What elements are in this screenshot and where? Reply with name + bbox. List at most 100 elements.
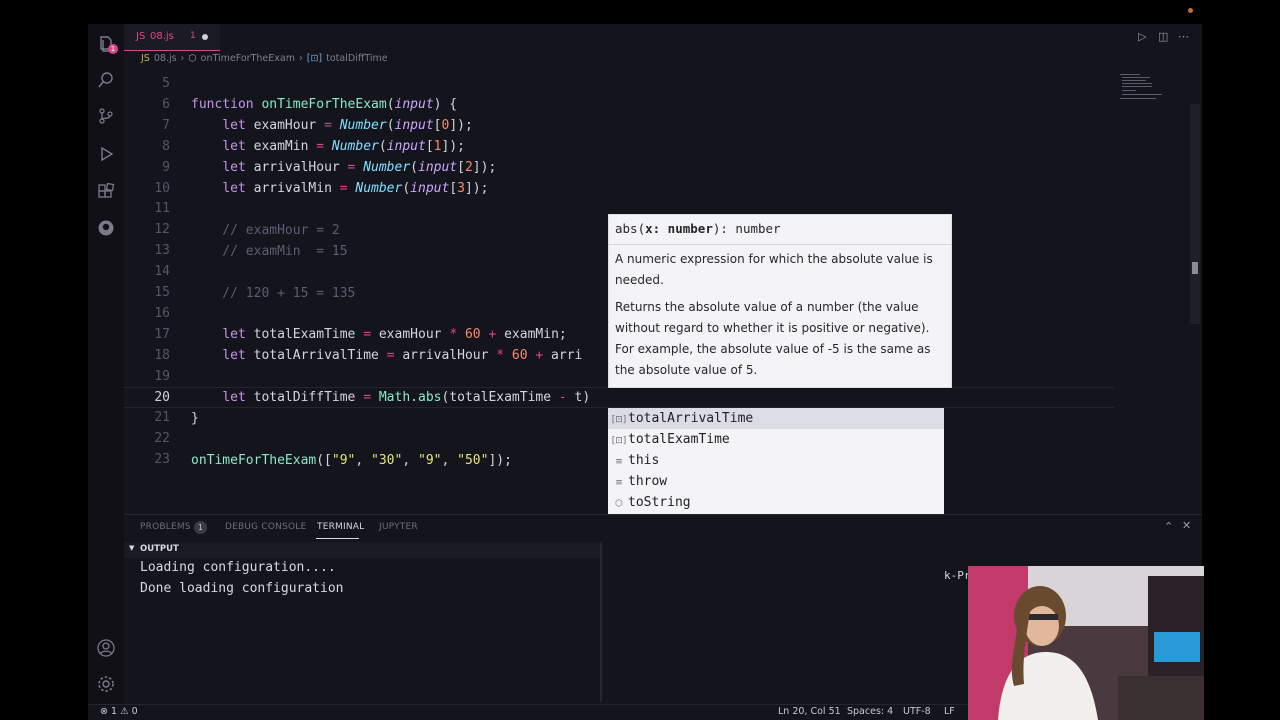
search-icon[interactable] (96, 70, 116, 90)
terminal-line-1: Loading configuration.... (140, 560, 336, 575)
keyword-icon: ≡ (615, 456, 623, 467)
code-line-12[interactable]: // examHour = 2 (191, 223, 339, 238)
tab-problem-count: 1 (190, 31, 196, 41)
line-number: 19 (154, 368, 170, 384)
account-icon[interactable] (96, 638, 116, 658)
code-line-6[interactable]: function onTimeForTheExam(input) { (191, 97, 457, 112)
line-number: 6 (162, 96, 170, 112)
line-number: 21 (154, 410, 170, 426)
status-eol[interactable]: LF (944, 706, 955, 717)
line-number: 22 (154, 431, 170, 447)
terminal-line-2: Done loading configuration (140, 581, 344, 596)
warning-count: 0 (131, 706, 138, 717)
editor-scrollbar[interactable] (1190, 104, 1200, 324)
line-number: 20 (154, 389, 170, 405)
code-line-23[interactable]: onTimeForTheExam(["9", "30", "9", "50"])… (191, 453, 512, 468)
suggest-item[interactable]: this (628, 453, 659, 468)
run-debug-icon[interactable] (96, 144, 116, 164)
error-icon: ⊗ (100, 706, 108, 717)
status-encoding[interactable]: UTF-8 (903, 706, 931, 717)
chevron-down-icon[interactable]: ▼ (129, 544, 134, 552)
camera-indicator (1188, 8, 1193, 13)
line-number: 7 (162, 117, 170, 133)
tab-bar (124, 24, 1202, 51)
problems-count-badge: 1 (194, 521, 207, 534)
tab-jupyter[interactable]: JUPYTER (379, 522, 418, 532)
status-indentation[interactable]: Spaces: 4 (847, 706, 893, 717)
minimap[interactable] (1116, 66, 1190, 106)
code-line-15[interactable]: // 120 + 15 = 135 (191, 286, 355, 301)
line-number: 16 (154, 305, 170, 321)
line-number: 8 (162, 138, 170, 154)
extensions-icon[interactable] (96, 182, 116, 202)
status-problems[interactable]: ⊗ 1 ⚠ 0 (100, 706, 138, 717)
tab-terminal[interactable]: TERMINAL (317, 522, 364, 532)
variable-symbol-icon: [⊡] (306, 53, 323, 64)
tab-problems[interactable]: PROBLEMS (140, 522, 191, 532)
output-section-header[interactable] (124, 542, 600, 558)
code-line-13[interactable]: // examMin = 15 (191, 244, 347, 259)
code-line-20[interactable]: let totalDiffTime = Math.abs(totalExamTi… (191, 390, 590, 405)
js-file-icon: JS (136, 31, 146, 42)
line-number: 13 (154, 243, 170, 259)
breadcrumb-variable[interactable]: totalDiffTime (326, 53, 387, 64)
line-number: 14 (154, 264, 170, 280)
terminal-fragment: k-Pr (944, 569, 971, 582)
breadcrumb-file-icon: JS (141, 53, 150, 64)
output-label: OUTPUT (140, 544, 179, 554)
breadcrumb-function[interactable]: onTimeForTheExam (201, 53, 295, 64)
suggest-item[interactable]: throw (628, 474, 667, 489)
code-line-8[interactable]: let examMin = Number(input[1]); (191, 139, 465, 154)
line-number: 10 (154, 180, 170, 196)
keyword-icon: ≡ (615, 477, 623, 488)
hover-divider (608, 244, 952, 245)
status-cursor-position[interactable]: Ln 20, Col 51 (778, 706, 841, 717)
screen: 1 JS 08.js 1 ▷ ◫ ⋯ JS 08.js › ⬡ onTimeForThe… (0, 0, 1280, 720)
more-actions-icon[interactable]: ⋯ (1178, 30, 1189, 43)
chevron-right-icon: › (298, 53, 303, 64)
hover-signature: abs(x: number): number (615, 221, 781, 236)
activity-bar (88, 24, 124, 720)
variable-icon: [⊡] (611, 435, 627, 446)
breadcrumb-file[interactable]: 08.js (154, 53, 177, 64)
close-panel-icon[interactable]: ✕ (1182, 519, 1191, 532)
chevron-right-icon: › (180, 53, 185, 64)
source-control-icon[interactable] (96, 106, 116, 126)
line-number: 11 (154, 201, 170, 217)
suggest-item[interactable]: toString (628, 495, 691, 510)
settings-gear-icon[interactable] (96, 674, 116, 694)
split-editor-icon[interactable]: ◫ (1158, 30, 1168, 43)
line-number: 5 (162, 76, 170, 91)
tab-debug-console[interactable]: DEBUG CONSOLE (225, 522, 306, 532)
hover-description: Returns the absolute value of a number (… (615, 300, 931, 377)
active-tab-indicator (316, 538, 359, 539)
scrollbar-thumb[interactable] (1192, 262, 1198, 274)
line-number: 15 (154, 285, 170, 300)
suggest-item[interactable]: totalArrivalTime (628, 411, 753, 426)
code-line-18[interactable]: let totalArrivalTime = arrivalHour * 60 … (191, 348, 582, 363)
unsaved-dot-icon[interactable] (202, 34, 208, 40)
github-icon[interactable] (96, 218, 116, 238)
tab-filename: 08.js (150, 31, 174, 42)
line-number: 23 (154, 452, 170, 468)
function-symbol-icon: ⬡ (188, 53, 197, 64)
method-icon: ⬡ (615, 498, 623, 509)
run-file-icon[interactable]: ▷ (1138, 30, 1146, 43)
breadcrumb: JS 08.js › ⬡ onTimeForTheExam › [⊡] totalDiffTi… (141, 53, 392, 65)
hover-param-doc: A numeric expression for which the absol… (615, 252, 933, 287)
code-line-10[interactable]: let arrivalMin = Number(input[3]); (191, 181, 488, 196)
code-line-7[interactable]: let examHour = Number(input[0]); (191, 118, 473, 133)
webcam-overlay (968, 566, 1204, 720)
code-line-9[interactable]: let arrivalHour = Number(input[2]); (191, 160, 496, 175)
line-number: 18 (154, 347, 170, 363)
code-line-17[interactable]: let totalExamTime = examHour * 60 + exam… (191, 327, 566, 342)
line-number: 9 (162, 159, 170, 175)
warning-icon: ⚠ (120, 706, 129, 717)
line-number: 17 (154, 326, 170, 342)
panel-split-divider[interactable] (600, 542, 602, 702)
maximize-panel-icon[interactable]: ⌃ (1164, 520, 1173, 533)
code-line-21[interactable]: } (191, 411, 199, 426)
error-count: 1 (111, 706, 118, 717)
variable-icon: [⊡] (611, 415, 627, 425)
suggest-item[interactable]: totalExamTime (628, 432, 730, 447)
